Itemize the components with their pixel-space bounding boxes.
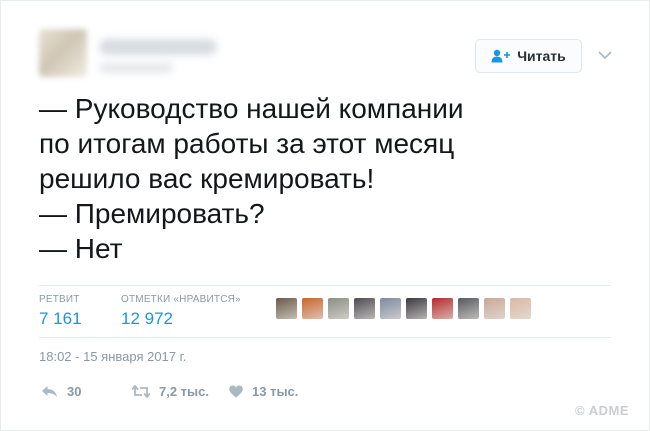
likes-count[interactable]: 12 972 (121, 309, 241, 329)
likes-stat[interactable]: ОТМЕТКИ «НРАВИТСЯ» 12 972 (121, 294, 241, 329)
tweet-timestamp[interactable]: 18:02 - 15 января 2017 г. (39, 349, 186, 364)
tweet-line: — Руководство нашей компании (39, 93, 464, 124)
like-button[interactable]: 13 тыс. (229, 384, 298, 399)
liker-avatar[interactable] (432, 298, 453, 319)
liker-avatar[interactable] (380, 298, 401, 319)
like-count: 13 тыс. (252, 384, 299, 399)
divider (39, 337, 611, 338)
likes-label: ОТМЕТКИ «НРАВИТСЯ» (121, 294, 241, 305)
heart-icon (229, 385, 243, 398)
watermark: © ADME (575, 403, 629, 418)
author-name-blurred[interactable] (99, 39, 217, 55)
follow-label: Читать (517, 48, 566, 64)
retweet-count: 7,2 тыс. (159, 384, 209, 399)
reply-button[interactable]: 30 (41, 384, 132, 399)
liker-avatar[interactable] (328, 298, 349, 319)
retweets-count[interactable]: 7 161 (39, 309, 82, 329)
liker-avatar[interactable] (458, 298, 479, 319)
tweet-line: решило вас кремировать! (39, 163, 375, 194)
liker-avatar[interactable] (354, 298, 375, 319)
tweet-line: — Премировать? (39, 198, 265, 229)
retweet-button[interactable]: 7,2 тыс. (132, 384, 229, 399)
tweet-card: Читать — Руководство нашей компании по и… (0, 0, 650, 431)
reply-count: 30 (67, 384, 82, 399)
liker-avatar[interactable] (484, 298, 505, 319)
tweet-line: — Нет (39, 233, 123, 264)
chevron-down-icon[interactable] (597, 48, 613, 60)
add-user-icon (491, 49, 511, 63)
retweets-stat[interactable]: РЕТВИТ 7 161 (39, 294, 82, 329)
liker-avatar[interactable] (510, 298, 531, 319)
liker-avatars (276, 298, 531, 319)
retweet-icon (132, 385, 150, 398)
follow-button[interactable]: Читать (475, 39, 582, 73)
liker-avatar[interactable] (406, 298, 427, 319)
divider (39, 285, 611, 286)
liker-avatar[interactable] (302, 298, 323, 319)
tweet-line: по итогам работы за этот месяц (39, 128, 455, 159)
author-handle-blurred[interactable] (99, 63, 173, 73)
liker-avatar[interactable] (276, 298, 297, 319)
reply-icon (41, 385, 58, 398)
tweet-actions: 30 7,2 тыс. 13 тыс. (41, 384, 298, 399)
avatar[interactable] (39, 29, 87, 77)
tweet-text: — Руководство нашей компании по итогам р… (39, 91, 629, 266)
retweets-label: РЕТВИТ (39, 294, 80, 305)
